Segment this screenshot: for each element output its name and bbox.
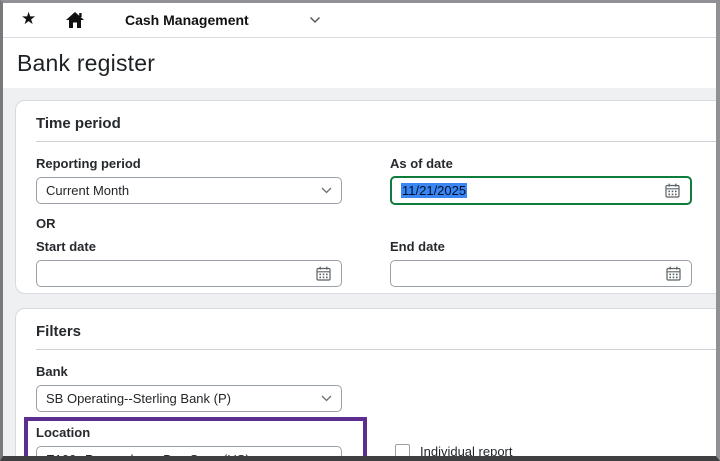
or-label: OR [36,216,709,231]
start-date-label: Start date [36,239,342,254]
favorite-star-icon[interactable]: ★ [21,9,36,29]
bank-label: Bank [36,364,342,379]
location-value: E100--Purrsephone Day Spas (US) [46,452,315,456]
app-menu-cash-management[interactable]: Cash Management [125,12,249,28]
calendar-icon[interactable] [315,265,332,282]
chevron-down-icon [321,187,332,194]
page-title: Bank register [17,50,155,77]
individual-report-label: Individual report [420,444,513,456]
top-bar: ★ Cash Management [3,3,716,38]
chevron-down-icon [321,395,332,402]
individual-report-checkbox[interactable] [395,444,410,456]
page-body: Time period Reporting period Current Mon… [3,88,716,456]
filters-title: Filters [36,319,716,350]
home-icon[interactable] [65,10,85,30]
reporting-period-label: Reporting period [36,156,342,171]
location-select[interactable]: E100--Purrsephone Day Spas (US) [36,446,342,456]
bank-select[interactable]: SB Operating--Sterling Bank (P) [36,385,342,412]
reporting-period-value: Current Month [46,183,315,198]
app-window: ★ Cash Management Bank register Time per… [0,0,720,461]
time-period-title: Time period [36,111,716,142]
bank-value: SB Operating--Sterling Bank (P) [46,391,315,406]
location-label: Location [36,425,342,440]
location-highlight-annotation: Location E100--Purrsephone Day Spas (US) [24,417,367,456]
filters-section: Filters Bank SB Operating--Sterling Bank… [15,308,716,456]
as-of-date-value: 11/21/2025 [401,183,467,198]
as-of-date-label: As of date [390,156,692,171]
time-period-section: Time period Reporting period Current Mon… [15,100,716,294]
reporting-period-select[interactable]: Current Month [36,177,342,204]
individual-report-field: Individual report [390,412,692,456]
end-date-label: End date [390,239,692,254]
calendar-icon[interactable] [665,265,682,282]
end-date-input[interactable] [390,260,692,287]
as-of-date-input[interactable]: 11/21/2025 [390,176,692,205]
calendar-icon[interactable] [664,182,681,199]
page-header: Bank register [3,38,716,88]
chevron-down-icon[interactable] [309,16,321,24]
start-date-input[interactable] [36,260,342,287]
